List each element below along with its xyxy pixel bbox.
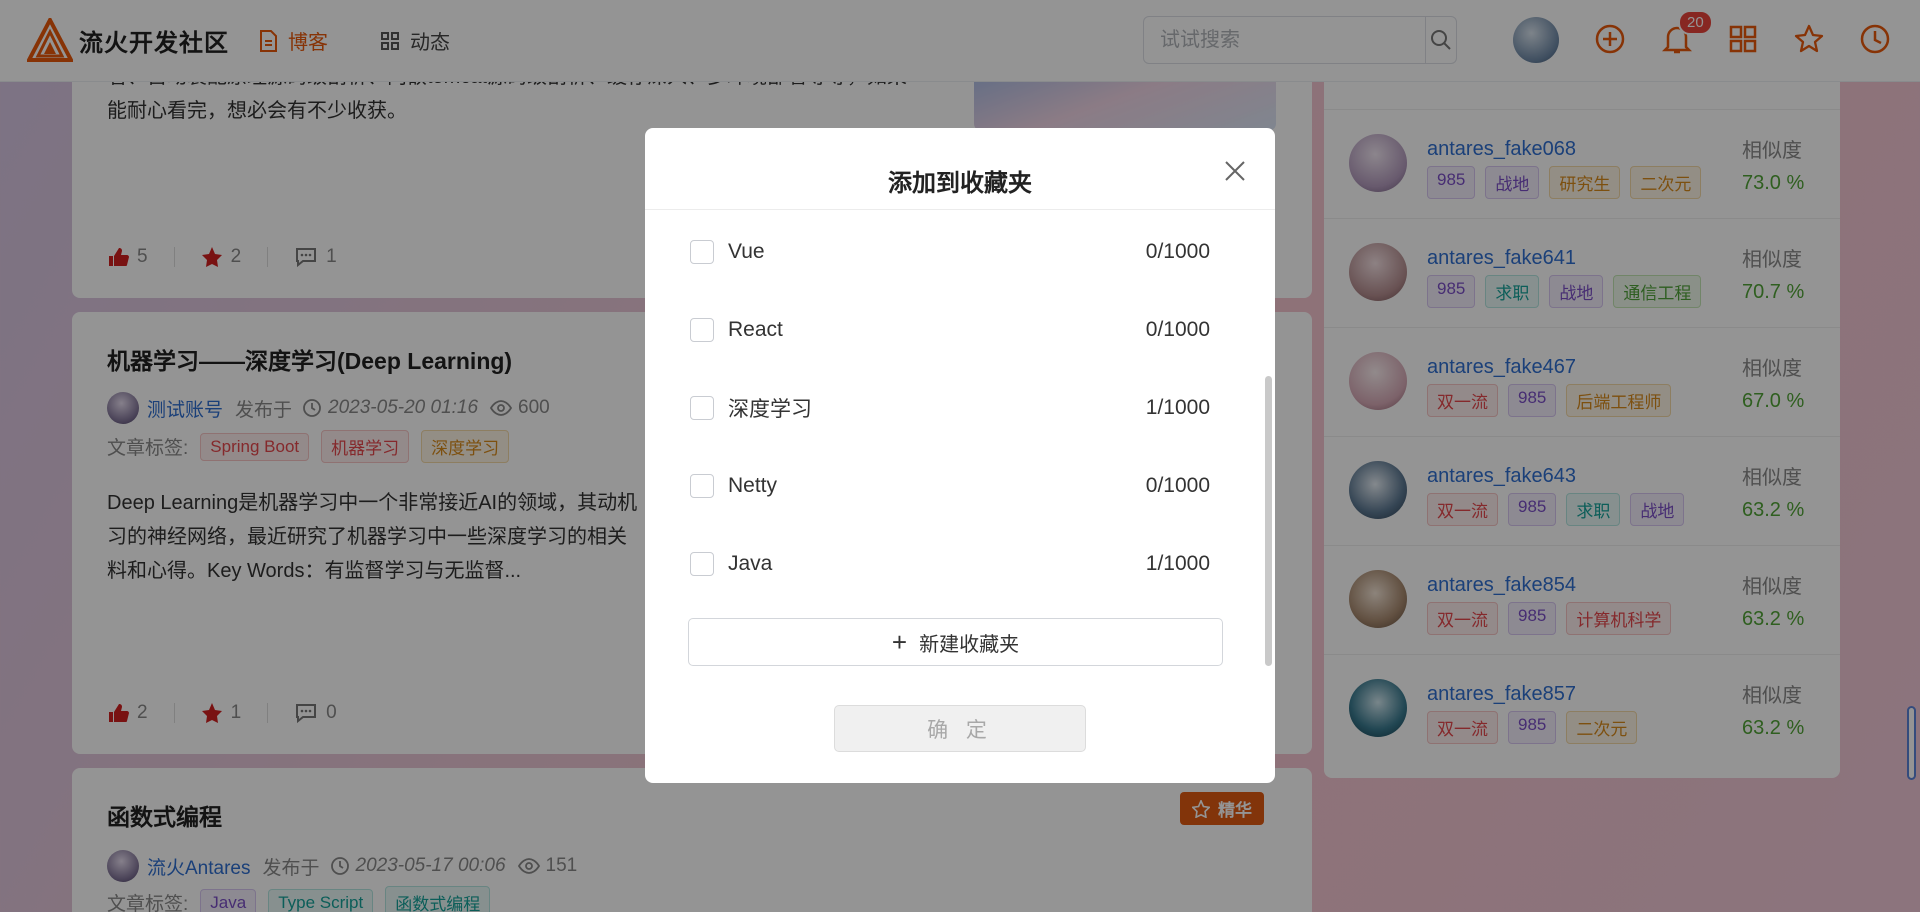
- folder-name: Java: [728, 552, 773, 575]
- folder-name: Vue: [728, 240, 765, 263]
- folder-count: 1/1000: [1145, 396, 1210, 419]
- plus-icon: +: [891, 627, 908, 657]
- new-folder-button[interactable]: + 新建收藏夹: [688, 618, 1223, 666]
- new-folder-label: 新建收藏夹: [919, 633, 1020, 656]
- folder-checkbox[interactable]: [690, 552, 714, 576]
- folder-count: 0/1000: [1145, 240, 1210, 263]
- favorite-folder-item[interactable]: Java 1/1000: [690, 544, 1210, 584]
- add-to-favorites-dialog: 添加到收藏夹 Vue 0/1000 React 0/1000 深度学习 1/10…: [645, 128, 1275, 783]
- dialog-title: 添加到收藏夹: [888, 170, 1032, 197]
- divider: [645, 209, 1275, 210]
- confirm-button[interactable]: 确 定: [834, 705, 1086, 752]
- folder-checkbox[interactable]: [690, 396, 714, 420]
- favorite-folder-item[interactable]: Vue 0/1000: [690, 232, 1210, 272]
- folder-name: React: [728, 318, 783, 341]
- folder-name: 深度学习: [728, 398, 812, 421]
- favorite-folder-item[interactable]: React 0/1000: [690, 310, 1210, 350]
- folder-checkbox[interactable]: [690, 318, 714, 342]
- folder-count: 1/1000: [1145, 552, 1210, 575]
- favorite-folder-item[interactable]: Netty 0/1000: [690, 466, 1210, 506]
- close-icon: [1225, 161, 1245, 181]
- folder-count: 0/1000: [1145, 474, 1210, 497]
- folder-checkbox[interactable]: [690, 474, 714, 498]
- dialog-scrollbar[interactable]: [1265, 376, 1272, 666]
- folder-count: 0/1000: [1145, 318, 1210, 341]
- folder-name: Netty: [728, 474, 778, 497]
- favorite-folder-item[interactable]: 深度学习 1/1000: [690, 388, 1210, 428]
- folder-checkbox[interactable]: [690, 240, 714, 264]
- close-button[interactable]: [1220, 156, 1250, 186]
